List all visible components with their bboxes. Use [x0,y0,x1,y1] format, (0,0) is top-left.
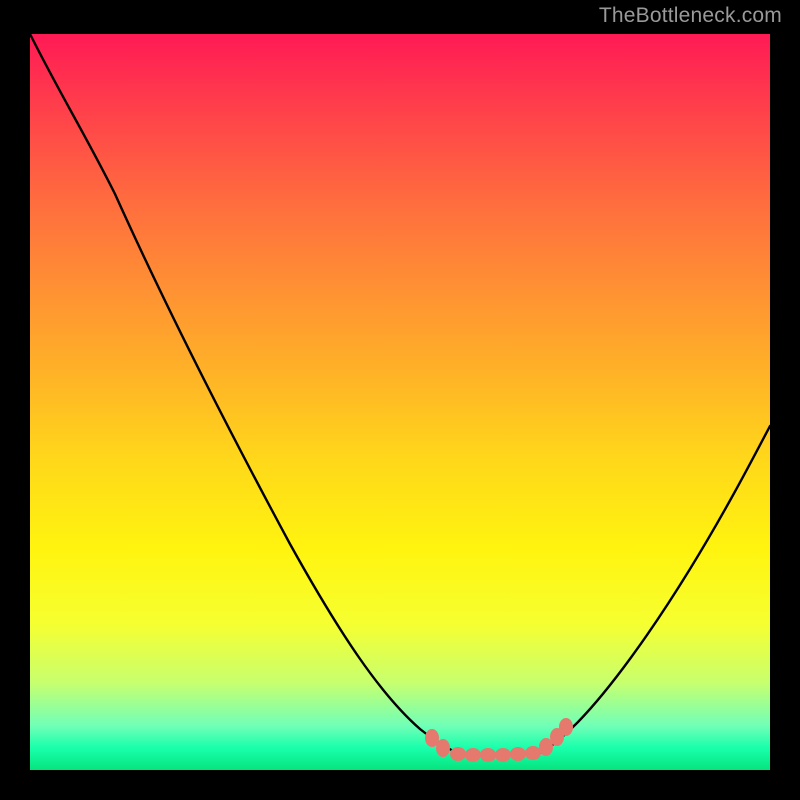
bottleneck-curve [30,34,770,754]
curve-layer [30,34,770,770]
highlight-dots [425,718,573,762]
chart-frame: TheBottleneck.com [0,0,800,800]
plot-area [30,34,770,770]
watermark-text: TheBottleneck.com [599,4,782,28]
